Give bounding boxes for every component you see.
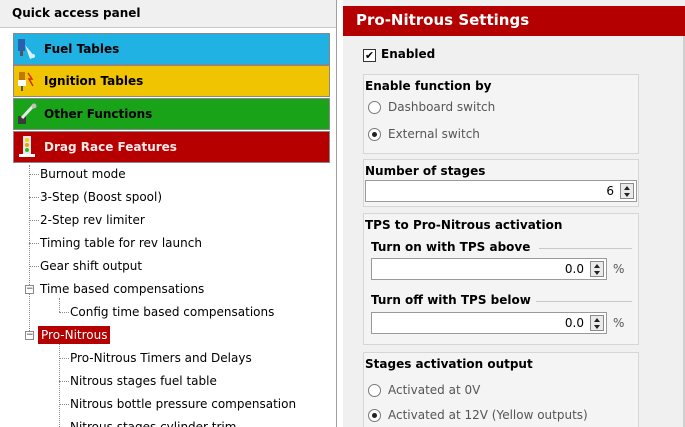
spark-plug-icon	[16, 69, 38, 93]
turn-on-label: Turn on with TPS above	[371, 240, 531, 254]
tree-item-config-time-based-compensations[interactable]: Config time based compensations	[70, 303, 274, 321]
tree-guide-line	[59, 344, 60, 427]
tree-branch	[29, 197, 39, 198]
activated-0v-label: Activated at 0V	[388, 383, 481, 397]
turn-off-unit: %	[613, 316, 625, 330]
tree-item-3-step[interactable]: 3-Step (Boost spool)	[40, 188, 162, 206]
tree-branch	[29, 243, 39, 244]
category-drag-race-features[interactable]: Drag Race Features	[13, 131, 330, 163]
tree-branch	[59, 312, 69, 313]
activated-12v-label: Activated at 12V (Yellow outputs)	[388, 408, 588, 422]
turn-off-value: 0.0	[564, 316, 584, 330]
turn-on-unit: %	[613, 262, 625, 276]
tree-branch	[59, 381, 69, 382]
turn-on-value: 0.0	[564, 262, 584, 276]
dashboard-switch-label: Dashboard switch	[388, 100, 496, 114]
collapse-toggle[interactable]: −	[25, 285, 34, 294]
category-label: Drag Race Features	[44, 140, 177, 154]
enable-function-title: Enable function by	[365, 79, 492, 93]
category-fuel-tables[interactable]: Fuel Tables	[13, 33, 330, 65]
spin-arrows-icon[interactable]	[590, 261, 604, 277]
stages-spinbox[interactable]: 6	[365, 180, 637, 202]
fuel-injector-icon	[16, 37, 38, 61]
category-ignition-tables[interactable]: Ignition Tables	[13, 65, 330, 97]
external-switch-label: External switch	[388, 127, 480, 141]
tree-branch	[29, 174, 39, 175]
category-other-functions[interactable]: Other Functions	[13, 98, 330, 130]
separator	[536, 301, 632, 302]
tree-item-time-based-compensations[interactable]: Time based compensations	[40, 280, 204, 298]
activated-0v-radio[interactable]	[368, 384, 381, 397]
activated-12v-radio[interactable]	[368, 409, 381, 422]
tps-title: TPS to Pro-Nitrous activation	[365, 218, 563, 232]
tree-item-gear-shift-output[interactable]: Gear shift output	[40, 257, 142, 275]
quick-access-panel: Quick access panel Fuel Tables Ignition …	[0, 0, 337, 427]
tree-item-timing-table[interactable]: Timing table for rev launch	[40, 234, 202, 252]
enabled-label: Enabled	[381, 47, 436, 61]
tree-branch	[59, 358, 69, 359]
tree-branch	[59, 404, 69, 405]
separator	[539, 248, 632, 249]
enabled-checkbox[interactable]: ✔	[363, 49, 376, 62]
turn-off-tps-spinbox[interactable]: 0.0	[371, 312, 607, 334]
spin-arrows-icon[interactable]	[620, 183, 634, 199]
tree-item-nitrous-stages-fuel-table[interactable]: Nitrous stages fuel table	[70, 372, 217, 390]
tree-item-burnout-mode[interactable]: Burnout mode	[40, 165, 126, 183]
tree-branch	[29, 220, 39, 221]
tree-item-pro-nitrous[interactable]: Pro-Nitrous	[38, 326, 111, 344]
settings-panel: Pro-Nitrous Settings ✔ Enabled Enable fu…	[343, 0, 685, 427]
panel-title: Quick access panel	[0, 0, 336, 28]
spin-arrows-icon[interactable]	[590, 315, 604, 331]
stages-title: Number of stages	[365, 164, 486, 178]
dashboard-switch-radio[interactable]	[368, 101, 381, 114]
tree-guide-line	[59, 298, 60, 312]
turn-on-tps-spinbox[interactable]: 0.0	[371, 258, 607, 280]
tools-icon	[16, 102, 38, 126]
tree-item-pro-nitrous-timers[interactable]: Pro-Nitrous Timers and Delays	[70, 349, 252, 367]
external-switch-radio[interactable]	[368, 128, 381, 141]
category-label: Other Functions	[44, 107, 153, 121]
tree-item-nitrous-cylinder-trim[interactable]: Nitrous stages cylinder trim	[70, 418, 236, 427]
tree-branch	[29, 266, 39, 267]
tree-guide-line	[29, 165, 30, 335]
tree-item-nitrous-bottle-pressure[interactable]: Nitrous bottle pressure compensation	[70, 395, 296, 413]
christmas-tree-icon	[16, 135, 38, 159]
category-label: Ignition Tables	[44, 74, 144, 88]
category-label: Fuel Tables	[44, 42, 120, 56]
collapse-toggle[interactable]: −	[25, 331, 34, 340]
turn-off-label: Turn off with TPS below	[371, 293, 531, 307]
stages-value: 6	[606, 184, 614, 198]
tree-item-2-step[interactable]: 2-Step rev limiter	[40, 211, 145, 229]
settings-title: Pro-Nitrous Settings	[343, 6, 685, 36]
output-title: Stages activation output	[365, 357, 533, 371]
